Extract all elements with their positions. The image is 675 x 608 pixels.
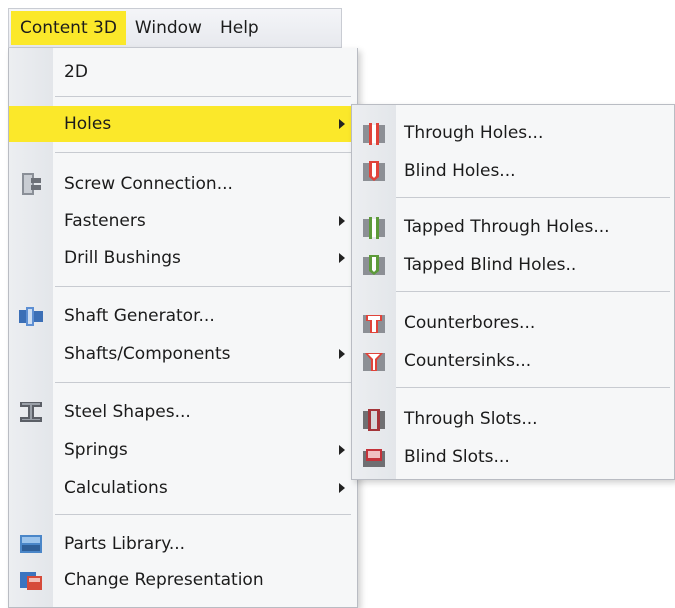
menu-item-steel-shapes[interactable]: Steel Shapes... <box>9 394 357 430</box>
shaft-generator-icon <box>19 307 43 326</box>
menu-item-shafts-components[interactable]: Shafts/Components <box>9 336 357 372</box>
menubar-help[interactable]: Help <box>211 11 268 45</box>
menubar-content-3d[interactable]: Content 3D <box>11 11 126 45</box>
menu-item-label: Shafts/Components <box>64 344 231 364</box>
menu-item-change-representation[interactable]: Change Representation <box>9 562 357 598</box>
submenu-separator <box>396 387 670 388</box>
submenu-arrow-icon <box>339 483 345 493</box>
menu-item-drill-bushings[interactable]: Drill Bushings <box>9 240 357 276</box>
menu-item-label: Drill Bushings <box>64 248 181 268</box>
steel-shapes-icon <box>20 402 42 422</box>
menu-item-label: Calculations <box>64 478 168 498</box>
submenu-item-through-holes[interactable]: Through Holes... <box>352 115 674 151</box>
content-3d-menu: 2D Holes Screw Connection... Fasteners D… <box>8 48 358 608</box>
submenu-item-label: Countersinks... <box>404 351 532 371</box>
tapped-blind-holes-icon <box>363 255 385 275</box>
menu-separator <box>55 514 351 515</box>
blind-holes-icon <box>363 161 385 181</box>
menu-separator <box>55 286 351 287</box>
menu-item-label: Screw Connection... <box>64 174 233 194</box>
menu-separator <box>55 152 351 153</box>
menu-item-label: Parts Library... <box>64 534 186 554</box>
submenu-arrow-icon <box>339 445 345 455</box>
through-holes-icon <box>363 123 385 145</box>
menu-item-label: Holes <box>64 114 112 134</box>
through-slots-icon <box>363 409 385 431</box>
submenu-separator <box>396 291 670 292</box>
menu-item-holes[interactable]: Holes <box>9 106 357 142</box>
submenu-item-blind-holes[interactable]: Blind Holes... <box>352 153 674 189</box>
menu-separator <box>55 96 351 97</box>
submenu-item-label: Blind Slots... <box>404 447 510 467</box>
menubar: Content 3D Window Help <box>8 8 342 48</box>
menu-item-label: Springs <box>64 440 128 460</box>
tapped-through-holes-icon <box>363 217 385 239</box>
submenu-item-counterbores[interactable]: Counterbores... <box>352 305 674 341</box>
submenu-item-tapped-through-holes[interactable]: Tapped Through Holes... <box>352 209 674 245</box>
menu-item-springs[interactable]: Springs <box>9 432 357 468</box>
menu-item-screw-connection[interactable]: Screw Connection... <box>9 166 357 202</box>
menu-item-calculations[interactable]: Calculations <box>9 470 357 506</box>
change-representation-icon <box>20 572 42 590</box>
parts-library-icon <box>20 535 42 553</box>
submenu-item-label: Tapped Through Holes... <box>404 217 610 237</box>
menu-item-fasteners[interactable]: Fasteners <box>9 203 357 239</box>
blind-slots-icon <box>363 449 385 467</box>
submenu-item-tapped-blind-holes[interactable]: Tapped Blind Holes.. <box>352 247 674 283</box>
submenu-item-label: Through Holes... <box>404 123 544 143</box>
screw-connection-icon <box>22 173 41 195</box>
menu-item-label: 2D <box>64 62 88 82</box>
menu-item-label: Fasteners <box>64 211 146 231</box>
submenu-arrow-icon <box>339 119 345 129</box>
submenu-arrow-icon <box>339 349 345 359</box>
countersinks-icon <box>363 353 385 371</box>
menu-item-label: Shaft Generator... <box>64 306 215 326</box>
submenu-item-through-slots[interactable]: Through Slots... <box>352 401 674 437</box>
menu-item-label: Steel Shapes... <box>64 402 191 422</box>
submenu-item-blind-slots[interactable]: Blind Slots... <box>352 439 674 475</box>
menu-item-shaft-generator[interactable]: Shaft Generator... <box>9 298 357 334</box>
menu-item-label: Change Representation <box>64 570 264 590</box>
submenu-item-countersinks[interactable]: Countersinks... <box>352 343 674 379</box>
submenu-arrow-icon <box>339 216 345 226</box>
submenu-item-label: Tapped Blind Holes.. <box>404 255 577 275</box>
submenu-item-label: Blind Holes... <box>404 161 516 181</box>
submenu-item-label: Counterbores... <box>404 313 536 333</box>
holes-submenu: Through Holes... Blind Holes... Tapped T… <box>351 104 675 480</box>
submenu-arrow-icon <box>339 253 345 263</box>
submenu-separator <box>396 197 670 198</box>
menu-item-2d[interactable]: 2D <box>9 54 357 90</box>
counterbores-icon <box>363 315 385 333</box>
menu-separator <box>55 382 351 383</box>
menu-item-parts-library[interactable]: Parts Library... <box>9 526 357 562</box>
menubar-window[interactable]: Window <box>126 11 211 45</box>
submenu-item-label: Through Slots... <box>404 409 538 429</box>
